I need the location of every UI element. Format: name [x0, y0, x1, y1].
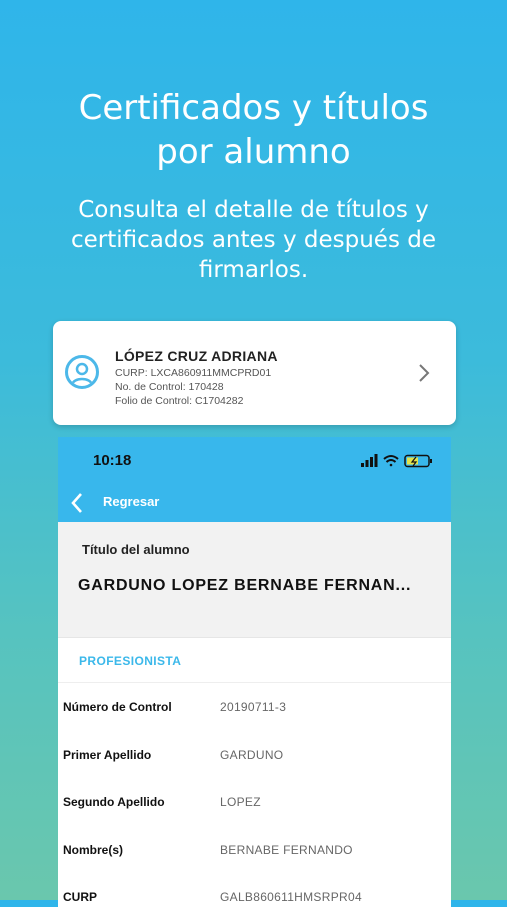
subline-line-2: certificados antes y después de [70, 227, 436, 253]
row-label: Segundo Apellido [63, 795, 165, 809]
detail-row: Segundo Apellido LOPEZ [58, 778, 451, 826]
row-label: Nombre(s) [63, 842, 124, 857]
row-label: CURP [63, 890, 98, 904]
chevron-right-icon[interactable] [418, 363, 430, 388]
title-box: Título del alumno GARDUNO LOPEZ BERNABE … [58, 522, 451, 637]
student-name: LÓPEZ CRUZ ADRIANA [115, 348, 278, 364]
title-label: Título del alumno [82, 542, 190, 557]
status-time: 10:18 [93, 452, 132, 469]
subline-line-1: Consulta el detalle de títulos y [78, 197, 429, 223]
student-card[interactable]: LÓPEZ CRUZ ADRIANA CURP: LXCA860911MMCPR… [53, 321, 456, 425]
student-folio: Folio de Control: C1704282 [115, 395, 244, 407]
row-value: BERNABE FERNANDO [220, 842, 353, 857]
section-label: PROFESIONISTA [79, 654, 182, 668]
headline-line-2: por alumno [156, 132, 351, 172]
row-value: GARDUNO [220, 747, 284, 762]
row-value: LOPEZ [220, 795, 261, 809]
subline: Consulta el detalle de títulos y certifi… [20, 195, 487, 285]
row-label: Número de Control [63, 700, 172, 714]
user-avatar-icon [65, 355, 99, 389]
nav-bar: 10:18 Regresar [58, 437, 451, 522]
detail-row: Primer Apellido GARDUNO [58, 731, 451, 779]
student-curp: CURP: LXCA860911MMCPRD01 [115, 367, 272, 379]
signal-icon [361, 454, 378, 467]
detail-row: CURP GALB860611HMSRPR04 [58, 873, 451, 907]
subline-line-3: firmarlos. [198, 257, 309, 283]
phone-screen: 10:18 Regresar Título del alumno GARDUNO… [58, 437, 451, 907]
detail-row: Nombre(s) BERNABE FERNANDO [58, 826, 451, 874]
headline: Certificados y títulos por alumno [0, 86, 507, 174]
wifi-icon [383, 455, 399, 467]
row-value: 20190711-3 [220, 700, 287, 714]
student-control: No. de Control: 170428 [115, 381, 224, 393]
headline-line-1: Certificados y títulos [78, 88, 429, 128]
detail-row: Número de Control 20190711-3 [58, 683, 451, 731]
battery-icon [404, 454, 432, 468]
section-header: PROFESIONISTA [58, 637, 451, 683]
row-value: GALB860611HMSRPR04 [220, 890, 362, 904]
title-name: GARDUNO LOPEZ BERNABE FERNAN... [78, 577, 412, 594]
row-label: Primer Apellido [63, 747, 152, 762]
status-icons [361, 454, 433, 473]
chevron-left-icon[interactable] [70, 492, 84, 519]
back-button[interactable]: Regresar [103, 494, 159, 509]
